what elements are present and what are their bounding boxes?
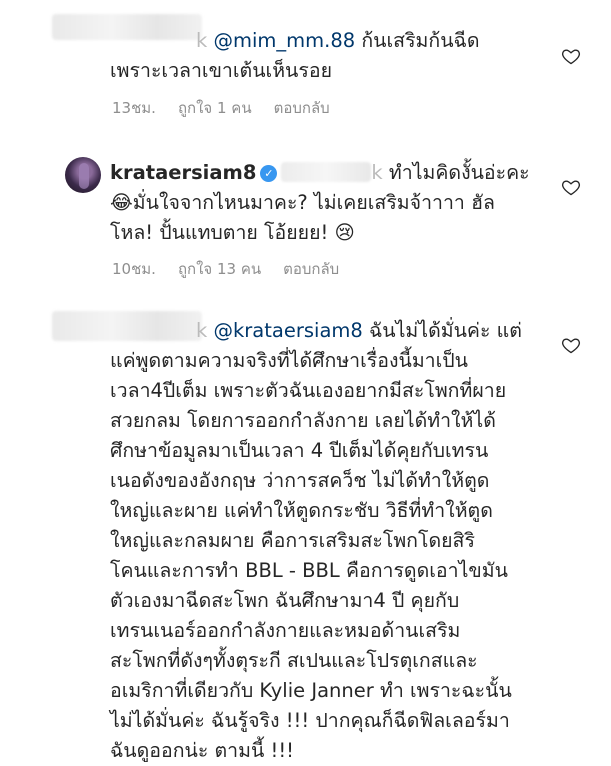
comment-2-username[interactable]: krataersiam8 bbox=[110, 161, 256, 184]
heart-icon[interactable] bbox=[561, 335, 581, 355]
comment-1-time: 13ชม. bbox=[112, 99, 156, 117]
heart-icon[interactable] bbox=[561, 46, 581, 66]
comment-1-meta: 13ชม. ถูกใจ 1 คน ตอบกลับ bbox=[112, 96, 330, 120]
comment-2-text-line2: 😂มั่นใจจากไหนมาคะ? ไม่เคยเสริมจ้าาาา ฮัล bbox=[110, 191, 495, 214]
comment-3-line: ใหญ่และกลมผาย คือการเสริมสะโพกโดยสิริ bbox=[110, 529, 475, 552]
comment-2-text-line1: ทำไมคิดงั้นอ่ะคะ bbox=[388, 161, 530, 184]
comment-1-username-hint: k bbox=[196, 29, 208, 52]
comment-2-name-hint: k bbox=[371, 161, 383, 184]
comment-3-line: ไม่ได้มั่นค่ะ ฉันรู้จริง !!! ปากคุณก็ฉีด… bbox=[110, 709, 510, 732]
comment-3-line: เทรนเนอร์ออกกำลังกายและหมอด้านเสริม bbox=[110, 619, 461, 642]
comment-3-line: สะโพกที่ดังๆทั้งตุระกี สเปนและโปรตุเกสแล… bbox=[110, 649, 478, 672]
comment-3: k @krataersiam8 ฉันไม่ได้มั่นค่ะ แต่ แค่… bbox=[0, 305, 611, 762]
comment-1-text-line2: เพราะเวลาเขาเต้นเห็นรอย bbox=[110, 59, 332, 82]
comment-3-line: โคนและการทำ BBL - BBL คือการดูดเอาไขมัน bbox=[110, 559, 508, 582]
avatar[interactable] bbox=[65, 157, 101, 193]
comment-3-text: ฉันไม่ได้มั่นค่ะ แต่ bbox=[369, 319, 522, 342]
comment-1-mention[interactable]: @mim_mm.88 bbox=[214, 29, 356, 52]
comment-3-body: k @krataersiam8 ฉันไม่ได้มั่นค่ะ แต่ แค่… bbox=[110, 316, 550, 766]
verified-badge-icon: ✓ bbox=[260, 165, 278, 182]
comment-2-likes[interactable]: ถูกใจ 13 คน bbox=[178, 257, 261, 281]
comment-2: krataersiam8 ✓ k ทำไมคิดงั้นอ่ะคะ 😂มั่นใจจ… bbox=[0, 145, 611, 285]
comment-1-text-line1: ก้นเสริมก้นฉีด bbox=[361, 29, 480, 52]
comment-3-line: อเมริกาที่เดียวกับ Kylie Janner ทำ เพราะ… bbox=[110, 679, 512, 702]
comment-3-line: เวลา4ปีเต็ม เพราะตัวฉันเองอยากมีสะโพกที่… bbox=[110, 379, 507, 402]
comment-2-meta: 10ชม. ถูกใจ 13 คน ตอบกลับ bbox=[112, 257, 339, 281]
comment-1-reply-button[interactable]: ตอบกลับ bbox=[274, 96, 330, 120]
blurred-mention bbox=[281, 162, 372, 182]
comment-3-line: ศึกษาข้อมูลมาเป็นเวลา 4 ปีเต็มได้คุยกับเ… bbox=[110, 439, 489, 462]
comment-2-reply-button[interactable]: ตอบกลับ bbox=[283, 257, 339, 281]
comment-3-mention[interactable]: @krataersiam8 bbox=[214, 319, 363, 342]
comment-2-text-line3: โหล! ปั้นแทบตาย โอ้ยยย! 😢 bbox=[110, 221, 355, 244]
comment-2-time: 10ชม. bbox=[112, 260, 156, 278]
comment-1-likes[interactable]: ถูกใจ 1 คน bbox=[178, 96, 252, 120]
comment-3-line: ฉันดูออกน่ะ ตามนี้ !!! bbox=[110, 739, 294, 762]
comment-3-line: เนอดังของอังกฤษ ว่าการสคว็ช ไม่ได้ทำให้ต… bbox=[110, 469, 490, 492]
comment-3-line: สวยกลม โดยการออกกำลังกาย เลยได้ทำให้ได้ bbox=[110, 409, 496, 432]
comment-1: k @mim_mm.88 ก้นเสริมก้นฉีด เพราะเวลาเขา… bbox=[0, 0, 611, 130]
comment-2-body: krataersiam8 ✓ k ทำไมคิดงั้นอ่ะคะ 😂มั่นใจจ… bbox=[110, 158, 550, 248]
heart-icon[interactable] bbox=[561, 177, 581, 197]
comment-3-line: ตัวเองมาฉีดสะโพก ฉันศึกษามา4 ปี คุยกับ bbox=[110, 589, 460, 612]
comment-3-username-hint: k bbox=[196, 319, 208, 342]
comment-3-line: แค่พูดตามความจริงที่ได้ศึกษาเรื่องนี้มาเ… bbox=[110, 349, 469, 372]
comment-3-line-1: k @krataersiam8 ฉันไม่ได้มั่นค่ะ แต่ bbox=[110, 316, 550, 346]
comment-3-line: ใหญ่และผาย แค่ทำให้ตูดกระชับ วิธีที่ทำให… bbox=[110, 499, 493, 522]
comment-1-body: k @mim_mm.88 ก้นเสริมก้นฉีด เพราะเวลาเขา… bbox=[110, 26, 550, 86]
